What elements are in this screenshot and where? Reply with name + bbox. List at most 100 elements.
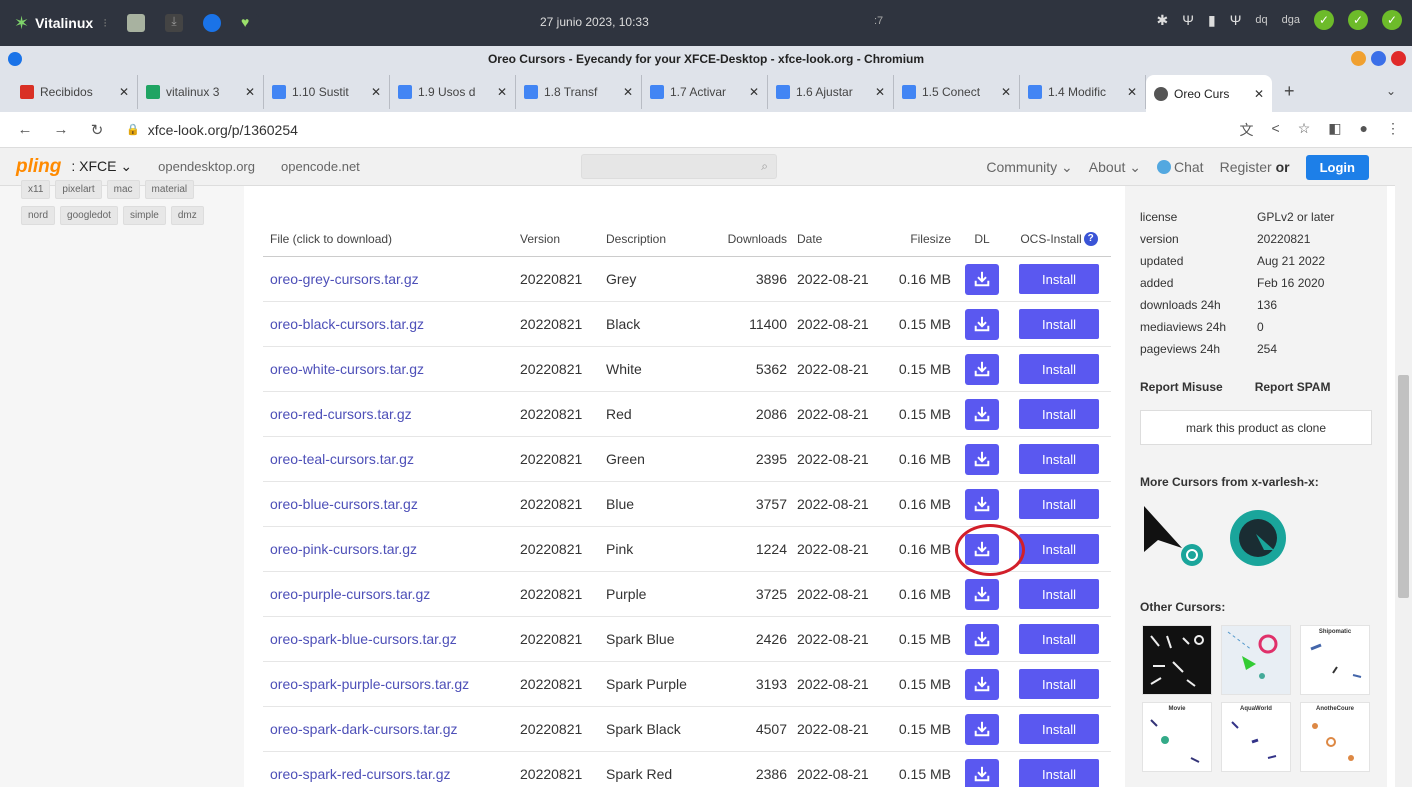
browser-tab[interactable]: 1.10 Sustit ✕ (264, 75, 390, 109)
tag-chip[interactable]: simple (122, 206, 166, 225)
file-download-link[interactable]: oreo-black-cursors.tar.gz (263, 316, 516, 332)
bulb-launcher-icon[interactable]: ♥ (241, 14, 260, 32)
vitalinux-menu-button[interactable]: ✶ Vitalinux (14, 13, 93, 34)
file-download-link[interactable]: oreo-red-cursors.tar.gz (263, 406, 516, 422)
download-icon[interactable] (965, 623, 999, 655)
download-icon[interactable] (965, 713, 999, 745)
report-misuse-link[interactable]: Report Misuse (1140, 380, 1223, 394)
close-button[interactable] (1391, 51, 1406, 66)
opencode-link[interactable]: opencode.net (281, 159, 360, 174)
chat-link[interactable]: Chat (1157, 159, 1204, 175)
store-dropdown[interactable]: : XFCE ⌄ (71, 158, 132, 175)
mark-clone-button[interactable]: mark this product as clone (1140, 410, 1372, 445)
login-button[interactable]: Login (1305, 154, 1369, 180)
about-dropdown[interactable]: About ⌄ (1089, 159, 1141, 176)
battery-icon[interactable]: ▮ (1208, 12, 1216, 29)
report-spam-link[interactable]: Report SPAM (1255, 380, 1331, 394)
install-button[interactable]: Install (1019, 309, 1099, 339)
download-launcher-icon[interactable]: ⤓ (165, 14, 184, 32)
install-button[interactable]: Install (1019, 624, 1099, 654)
file-download-link[interactable]: oreo-spark-blue-cursors.tar.gz (263, 631, 516, 647)
bookmark-star-icon[interactable]: ☆ (1298, 120, 1311, 140)
browser-tab[interactable]: Oreo Curs ✕ (1146, 75, 1272, 112)
translate-icon[interactable]: 文 (1240, 120, 1254, 140)
file-download-link[interactable]: oreo-spark-dark-cursors.tar.gz (263, 721, 516, 737)
tab-close-icon[interactable]: ✕ (119, 85, 129, 99)
tab-close-icon[interactable]: ✕ (623, 85, 633, 99)
register-link[interactable]: Register (1220, 159, 1272, 175)
browser-tab[interactable]: vitalinux 3 ✕ (138, 75, 264, 109)
tab-close-icon[interactable]: ✕ (875, 85, 885, 99)
opendesktop-link[interactable]: opendesktop.org (158, 159, 255, 174)
tag-chip[interactable]: googledot (60, 206, 118, 225)
install-button[interactable]: Install (1019, 354, 1099, 384)
download-icon[interactable] (965, 263, 999, 295)
forward-arrow-icon[interactable]: → (50, 121, 72, 138)
install-button[interactable]: Install (1019, 444, 1099, 474)
check-icon[interactable]: ✓ (1348, 10, 1368, 30)
url-field[interactable]: xfce-look.org/p/1360254 (148, 122, 298, 138)
install-button[interactable]: Install (1019, 759, 1099, 787)
tab-search-chevron-icon[interactable]: ⌄ (1386, 84, 1396, 98)
clock[interactable]: 27 junio 2023, 10:33 (540, 15, 649, 29)
other-cursor-thumbnail[interactable] (1142, 625, 1212, 695)
download-icon[interactable] (965, 578, 999, 610)
new-tab-button[interactable]: + (1284, 81, 1295, 102)
tag-chip[interactable]: nord (21, 206, 56, 225)
tag-chip[interactable]: x11 (21, 180, 51, 199)
maximize-button[interactable] (1371, 51, 1386, 66)
share-icon[interactable]: < (1272, 120, 1280, 140)
file-download-link[interactable]: oreo-grey-cursors.tar.gz (263, 271, 516, 287)
browser-tab[interactable]: 1.6 Ajustar ✕ (768, 75, 894, 109)
other-cursor-thumbnail[interactable]: AnotheCoure (1300, 702, 1370, 772)
file-download-link[interactable]: oreo-white-cursors.tar.gz (263, 361, 516, 377)
search-input[interactable]: ⌕ (581, 154, 777, 179)
browser-tab[interactable]: 1.4 Modific ✕ (1020, 75, 1146, 109)
download-icon[interactable] (965, 758, 999, 787)
download-icon[interactable] (965, 488, 999, 520)
user-indicator-left[interactable]: dq (1255, 14, 1267, 26)
other-cursor-thumbnail[interactable]: Movie (1142, 702, 1212, 772)
tab-close-icon[interactable]: ✕ (371, 85, 381, 99)
tag-chip[interactable]: pixelart (55, 180, 102, 199)
back-arrow-icon[interactable]: ← (14, 121, 36, 138)
install-button[interactable]: Install (1019, 714, 1099, 744)
download-icon[interactable] (965, 353, 999, 385)
tag-chip[interactable]: mac (106, 180, 140, 199)
lock-icon[interactable]: 🔒 (126, 123, 140, 136)
browser-tab[interactable]: 1.9 Usos d ✕ (390, 75, 516, 109)
page-scrollbar[interactable] (1395, 148, 1412, 787)
tag-chip[interactable]: dmz (170, 206, 204, 225)
scrollbar-thumb[interactable] (1398, 375, 1409, 598)
install-button[interactable]: Install (1019, 579, 1099, 609)
window-titlebar[interactable]: Oreo Cursors - Eyecandy for your XFCE-De… (0, 46, 1412, 72)
file-download-link[interactable]: oreo-blue-cursors.tar.gz (263, 496, 516, 512)
reload-icon[interactable]: ↻ (86, 121, 108, 139)
install-button[interactable]: Install (1019, 669, 1099, 699)
files-launcher-icon[interactable] (127, 14, 146, 32)
usb-icon[interactable]: Ψ (1182, 12, 1194, 28)
menu-kebab-icon[interactable]: ⋮ (1386, 120, 1400, 140)
usb-icon-2[interactable]: Ψ (1230, 12, 1242, 28)
tab-close-icon[interactable]: ✕ (497, 85, 507, 99)
file-download-link[interactable]: oreo-teal-cursors.tar.gz (263, 451, 516, 467)
user-indicator-right[interactable]: dga (1282, 14, 1300, 26)
browser-tab[interactable]: Recibidos ✕ (12, 75, 138, 109)
download-icon[interactable] (965, 443, 999, 475)
file-download-link[interactable]: oreo-pink-cursors.tar.gz (263, 541, 516, 557)
help-icon[interactable]: ? (1083, 231, 1098, 246)
install-button[interactable]: Install (1019, 534, 1099, 564)
profile-icon[interactable]: ● (1360, 120, 1368, 140)
download-icon[interactable] (965, 398, 999, 430)
black-arrow-cursor-thumbnail[interactable] (1144, 506, 1203, 566)
pling-logo[interactable]: pling (16, 156, 61, 178)
tag-chip[interactable]: material (144, 180, 195, 199)
download-icon[interactable] (965, 308, 999, 340)
install-button[interactable]: Install (1019, 399, 1099, 429)
file-download-link[interactable]: oreo-spark-red-cursors.tar.gz (263, 766, 516, 782)
tab-close-icon[interactable]: ✕ (245, 85, 255, 99)
other-cursor-thumbnail[interactable]: Shipomatic (1300, 625, 1370, 695)
browser-tab[interactable]: 1.8 Transf ✕ (516, 75, 642, 109)
teal-ring-cursor-thumbnail[interactable] (1230, 510, 1286, 566)
tab-close-icon[interactable]: ✕ (1001, 85, 1011, 99)
